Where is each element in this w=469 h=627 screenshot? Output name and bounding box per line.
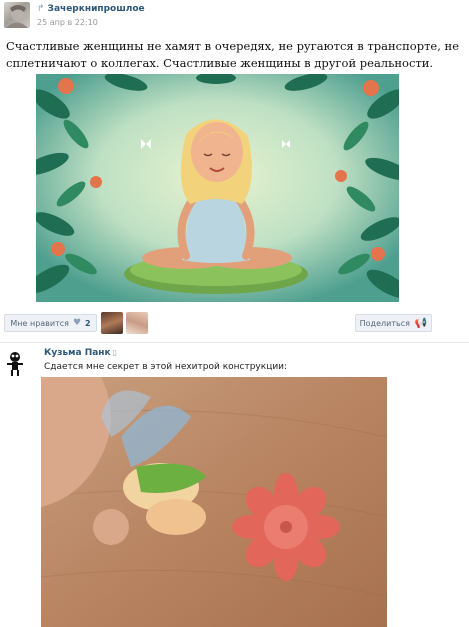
like-count: 2	[85, 318, 91, 328]
like-label: Мне нравится	[10, 318, 69, 328]
post-text: Счастливые женщины не хамят в очередях, …	[6, 39, 460, 70]
divider	[0, 342, 469, 343]
comment-author-avatar[interactable]	[4, 350, 26, 376]
avatar-photo	[6, 5, 28, 28]
post-author[interactable]: ↱ Зачеркнипрошлое	[37, 4, 145, 14]
comment-author-name[interactable]: Кузьма Панк	[44, 348, 111, 358]
heart-icon: ♥	[72, 318, 82, 328]
like-button[interactable]: Мне нравится ♥ 2	[4, 314, 97, 332]
share-button[interactable]: Поделиться 📢	[355, 314, 432, 332]
comment-photo[interactable]	[41, 377, 387, 627]
liker-avatar[interactable]	[126, 312, 148, 334]
repost-icon: ↱	[37, 4, 45, 14]
author-avatar[interactable]	[4, 2, 30, 28]
liker-avatar[interactable]	[101, 312, 123, 334]
post-image[interactable]	[36, 74, 399, 302]
post-date[interactable]: 25 апр в 22:10	[37, 18, 98, 27]
comment-author[interactable]: Кузьма Панк ▯	[44, 348, 117, 358]
megaphone-icon: 📢	[414, 317, 428, 329]
mobile-icon: ▯	[112, 348, 118, 357]
comment-text: Сдается мне секрет в этой нехитрой конст…	[44, 362, 288, 372]
post-author-name[interactable]: Зачеркнипрошлое	[48, 4, 145, 14]
share-label: Поделиться	[359, 318, 410, 328]
